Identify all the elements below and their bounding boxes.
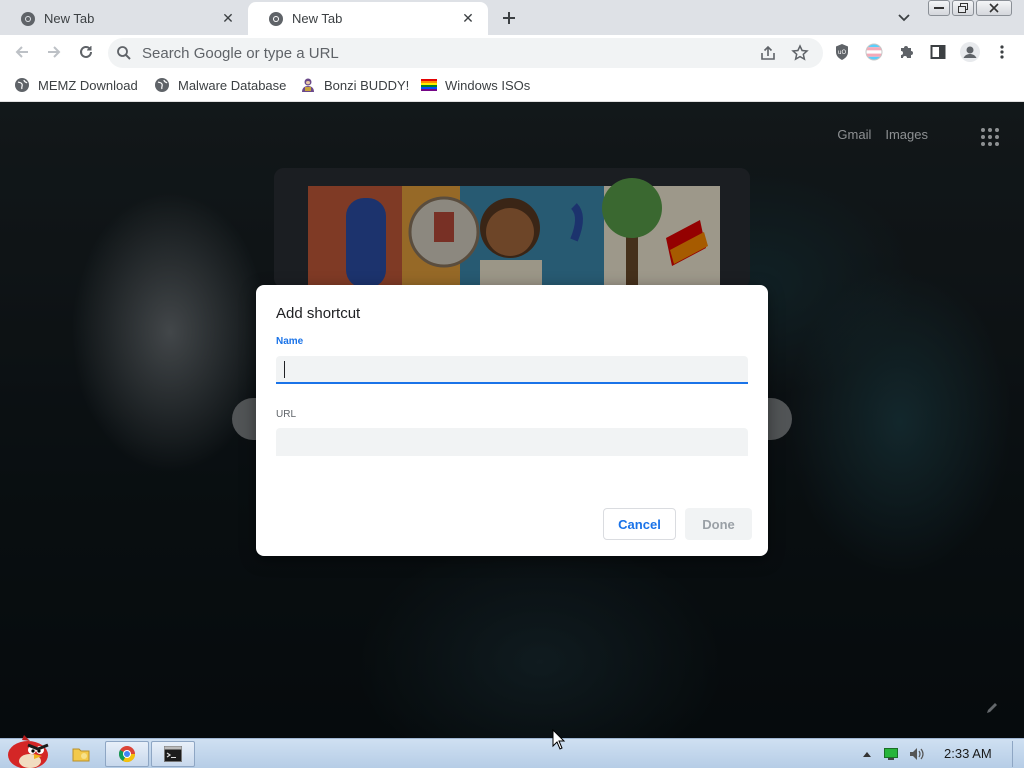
url-field[interactable]	[276, 428, 748, 456]
tab-close-icon[interactable]: ✕	[218, 9, 238, 29]
show-desktop-button[interactable]	[1012, 741, 1022, 767]
kebab-menu-icon	[1000, 45, 1004, 59]
tab-new-tab-2[interactable]: New Tab ✕	[248, 2, 488, 35]
avatar-icon	[960, 42, 980, 62]
tab-title: New Tab	[44, 11, 95, 26]
forward-button[interactable]	[42, 40, 66, 64]
bookmark-bonzi-buddy[interactable]: Bonzi BUDDY!	[300, 76, 409, 94]
side-panel-icon	[930, 45, 946, 59]
cancel-button[interactable]: Cancel	[603, 508, 676, 540]
url-label: URL	[276, 409, 297, 420]
globe-icon	[14, 77, 30, 93]
name-field[interactable]	[276, 356, 748, 384]
share-icon[interactable]	[759, 44, 777, 62]
reload-button[interactable]	[74, 40, 98, 64]
extensions-button[interactable]	[894, 40, 918, 64]
back-button[interactable]	[10, 40, 34, 64]
arrow-left-icon	[15, 46, 28, 58]
minimize-button[interactable]	[928, 0, 950, 16]
omnibox-input[interactable]	[142, 42, 702, 64]
network-icon[interactable]	[878, 748, 904, 760]
search-icon	[117, 46, 131, 60]
puzzle-icon	[901, 46, 913, 58]
bonzi-icon	[300, 77, 316, 93]
tab-search-button[interactable]	[893, 7, 915, 29]
arrow-right-icon	[48, 46, 61, 58]
tab-strip: New Tab ✕ New Tab ✕	[0, 0, 1024, 35]
side-panel-button[interactable]	[926, 40, 950, 64]
window-controls	[928, 0, 1012, 18]
rainbow-flag-icon	[421, 77, 437, 93]
globe-icon	[154, 77, 170, 93]
close-window-button[interactable]	[976, 0, 1012, 16]
bookmark-star-icon[interactable]	[791, 44, 809, 62]
dialog-title: Add shortcut	[276, 305, 361, 322]
quick-launch-explorer[interactable]	[66, 741, 96, 767]
taskbar-chrome[interactable]	[105, 741, 149, 767]
tray-expand-icon[interactable]	[860, 751, 874, 757]
start-button[interactable]	[2, 731, 50, 768]
new-tab-button[interactable]	[497, 6, 521, 30]
svg-text:uO: uO	[838, 49, 847, 56]
tab-close-icon[interactable]: ✕	[458, 9, 478, 29]
chevron-down-icon	[898, 14, 910, 22]
system-tray	[860, 739, 930, 768]
plus-icon	[503, 12, 515, 24]
bookmark-label: Windows ISOs	[445, 77, 531, 93]
ublock-extension-button[interactable]: uO	[830, 40, 854, 64]
done-button[interactable]: Done	[685, 508, 752, 540]
ublock-shield-icon: uO	[836, 44, 848, 60]
tab-title: New Tab	[292, 11, 343, 26]
trans-flag-icon	[865, 43, 883, 61]
minimize-icon	[934, 7, 944, 9]
chrome-icon	[118, 746, 136, 763]
restore-button[interactable]	[952, 0, 974, 16]
bookmark-malware-database[interactable]: Malware Database	[154, 76, 286, 94]
taskbar: 2:33 AM	[0, 735, 1024, 768]
profile-button[interactable]	[958, 40, 982, 64]
taskbar-clock[interactable]: 2:33 AM	[944, 746, 992, 761]
text-caret	[284, 361, 285, 378]
restore-icon	[958, 3, 968, 13]
tab-new-tab-1[interactable]: New Tab ✕	[0, 2, 248, 35]
folder-icon	[72, 748, 90, 762]
taskbar-cmd[interactable]	[151, 741, 195, 767]
trans-flag-extension-button[interactable]	[862, 40, 886, 64]
angry-bird-icon	[8, 735, 49, 768]
bookmark-label: Bonzi BUDDY!	[324, 77, 410, 93]
reload-icon	[80, 45, 92, 58]
chrome-favicon-icon	[268, 11, 284, 27]
bookmarks-bar: MEMZ Download Malware Database Bonzi BUD…	[0, 69, 1024, 102]
mouse-cursor-icon	[552, 729, 566, 750]
chrome-favicon-icon	[20, 11, 36, 27]
bookmark-memz-download[interactable]: MEMZ Download	[14, 76, 138, 94]
volume-icon[interactable]	[904, 747, 930, 761]
chrome-menu-button[interactable]	[990, 40, 1014, 64]
omnibox[interactable]	[108, 38, 823, 68]
bookmark-label: Malware Database	[178, 77, 287, 93]
name-label: Name	[276, 336, 304, 347]
console-icon	[164, 746, 182, 762]
add-shortcut-dialog: Add shortcut Name URL Cancel Done	[256, 285, 768, 556]
bookmark-windows-isos[interactable]: Windows ISOs	[421, 76, 530, 94]
bookmark-label: MEMZ Download	[38, 77, 138, 93]
close-icon	[989, 3, 999, 13]
browser-toolbar: uO	[0, 35, 1024, 69]
